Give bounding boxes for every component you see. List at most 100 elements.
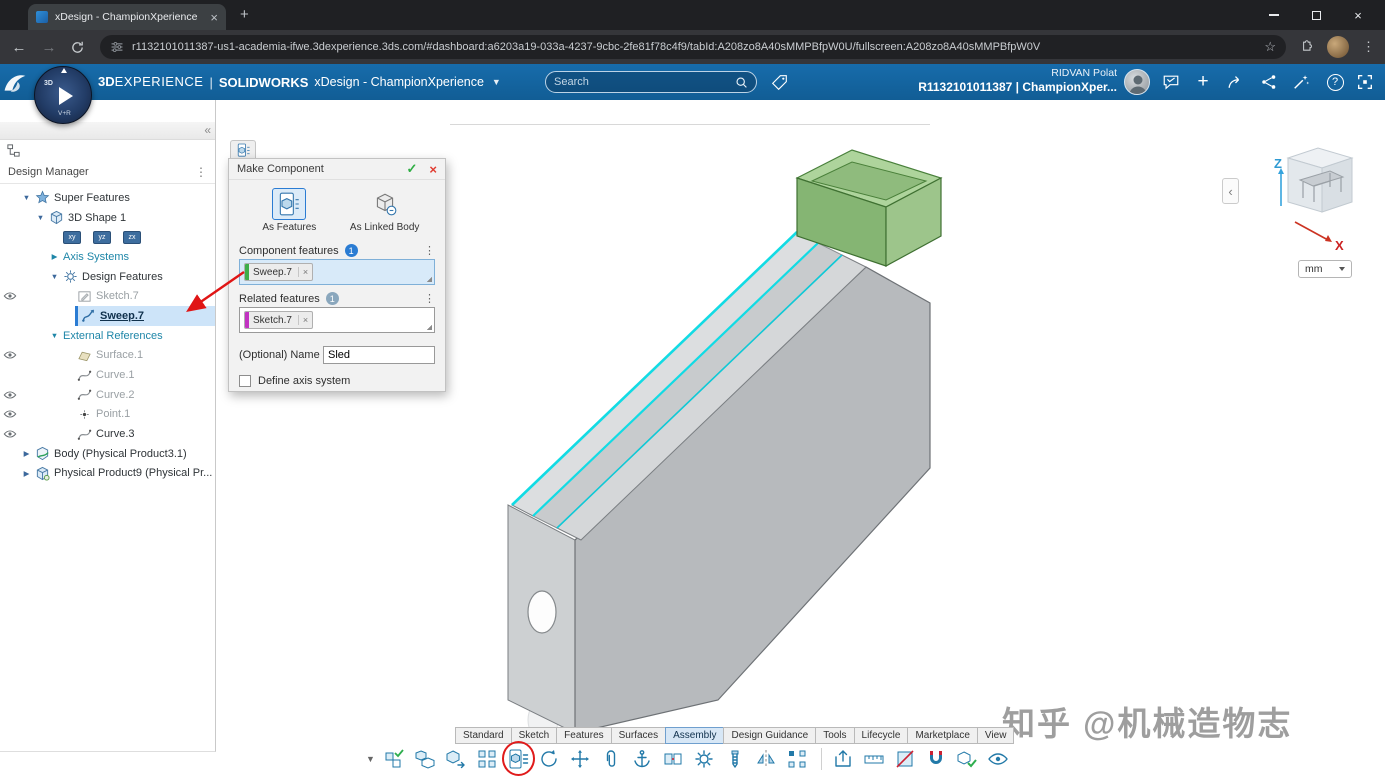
screw-mate-icon[interactable] (722, 745, 749, 772)
mirror-components-icon[interactable] (753, 745, 780, 772)
axis-z-label[interactable]: Z (1274, 156, 1282, 171)
section-view-icon[interactable] (892, 745, 919, 772)
plane-icon-zx[interactable]: zx (123, 231, 141, 244)
tree-item-external-references[interactable]: ▼External References (0, 326, 215, 346)
gear-mate-icon[interactable] (691, 745, 718, 772)
app-title[interactable]: xDesign - ChampionXperience (314, 75, 484, 89)
user-block[interactable]: RIDVAN Polat R1132101011387 | ChampionXp… (897, 67, 1117, 95)
tree-item-surface-1[interactable]: Surface.1 (0, 346, 215, 366)
component-chip[interactable]: Sweep.7 × (244, 263, 313, 281)
ribbon-tab-tools[interactable]: Tools (815, 727, 854, 744)
related-features-field[interactable]: Sketch.7 × (239, 307, 435, 333)
component-pattern-icon[interactable] (381, 745, 408, 772)
tree-item-point-1[interactable]: Point.1 (0, 405, 215, 425)
as-linked-body-button[interactable]: As Linked Body (346, 188, 424, 233)
tree-item-sketch-7[interactable]: Sketch.7 (0, 286, 215, 306)
attach-component-icon[interactable] (598, 745, 625, 772)
tree-item-curve-1[interactable]: Curve.1 (0, 365, 215, 385)
collapse-arrow-icon[interactable]: ▼ (20, 193, 33, 202)
ribbon-tab-marketplace[interactable]: Marketplace (907, 727, 977, 744)
browser-tab[interactable]: xDesign - ChampionXperience × (28, 4, 226, 30)
new-tab-button[interactable]: + (240, 6, 249, 23)
tree-item-super-features[interactable]: ▼Super Features (0, 188, 215, 208)
tree-item-body-physical-product3-1[interactable]: ▶Body (Physical Product3.1) (0, 444, 215, 464)
tools-wand-icon[interactable] (1288, 64, 1314, 100)
related-chip[interactable]: Sketch.7 × (244, 311, 313, 329)
bookmark-star-icon[interactable]: ☆ (1264, 39, 1276, 55)
mate-icon[interactable] (660, 745, 687, 772)
name-input[interactable] (323, 346, 435, 364)
make-component-icon[interactable] (505, 745, 532, 772)
tag-icon[interactable] (766, 64, 792, 100)
forward-button[interactable]: → (40, 39, 58, 56)
visibility-eye-icon[interactable] (3, 388, 17, 402)
tab-close-icon[interactable]: × (210, 11, 218, 24)
visibility-eye-icon[interactable] (3, 407, 17, 421)
panel-collapse-icon[interactable]: « (204, 123, 211, 137)
search-input[interactable] (554, 76, 735, 88)
panel-menu-icon[interactable]: ⋮ (195, 165, 207, 179)
tree-item-reference-planes[interactable]: xyyzzx (0, 227, 215, 247)
expand-arrow-icon[interactable]: ▶ (48, 252, 61, 261)
expand-arrow-icon[interactable]: ▶ (20, 469, 33, 478)
units-dropdown[interactable]: mm (1298, 260, 1352, 278)
share-icon[interactable] (1222, 64, 1248, 100)
3dexperience-compass[interactable]: 3D V+R (34, 66, 92, 124)
url-bar[interactable]: r1132101011387-us1-academia-ifwe.3dexper… (100, 35, 1286, 59)
site-settings-icon[interactable] (110, 40, 124, 54)
define-axis-checkbox[interactable] (239, 375, 251, 387)
collaborate-icon[interactable] (1256, 64, 1282, 100)
messages-icon[interactable] (1158, 64, 1184, 100)
user-avatar[interactable] (1124, 69, 1150, 95)
component-features-menu-icon[interactable]: ⋮ (424, 244, 435, 257)
search-box[interactable] (545, 71, 757, 93)
ribbon-tab-design-guidance[interactable]: Design Guidance (723, 727, 816, 744)
tree-item-axis-systems[interactable]: ▶Axis Systems (0, 247, 215, 267)
window-minimize-button[interactable] (1253, 0, 1295, 30)
collapse-arrow-icon[interactable]: ▼ (48, 272, 61, 281)
viewcube-collapse-icon[interactable]: ‹ (1222, 178, 1239, 204)
expand-arrow-icon[interactable]: ▶ (20, 449, 33, 458)
related-features-menu-icon[interactable]: ⋮ (424, 292, 435, 305)
pattern-components-icon[interactable] (784, 745, 811, 772)
ribbon-tab-assembly[interactable]: Assembly (665, 727, 724, 744)
related-chip-remove-icon[interactable]: × (298, 315, 308, 325)
move-component-icon[interactable] (567, 745, 594, 772)
component-from-body-icon[interactable] (536, 745, 563, 772)
window-maximize-button[interactable] (1295, 0, 1337, 30)
plane-icon-yz[interactable]: yz (93, 231, 111, 244)
ribbon-tab-standard[interactable]: Standard (455, 727, 512, 744)
component-features-field[interactable]: Sweep.7 × (239, 259, 435, 285)
display-state-icon[interactable] (985, 745, 1012, 772)
add-icon[interactable]: + (1190, 64, 1216, 100)
interference-check-icon[interactable] (954, 745, 981, 772)
tree-item-curve-2[interactable]: Curve.2 (0, 385, 215, 405)
visibility-eye-icon[interactable] (3, 427, 17, 441)
tree-structure-icon[interactable] (6, 143, 21, 158)
tree-item-design-features[interactable]: ▼Design Features (0, 267, 215, 287)
app-switcher-caret-icon[interactable]: ▼ (492, 77, 501, 87)
magnetic-mate-icon[interactable] (923, 745, 950, 772)
component-array-icon[interactable] (474, 745, 501, 772)
browser-menu-icon[interactable]: ⋮ (1362, 39, 1375, 55)
plane-icon-xy[interactable]: xy (63, 231, 81, 244)
axis-x-label[interactable]: X (1335, 238, 1344, 252)
search-icon[interactable] (735, 76, 748, 89)
browser-profile-avatar[interactable] (1327, 36, 1349, 58)
extensions-icon[interactable] (1298, 39, 1314, 55)
tree-item-physical-product9-physical-pr[interactable]: ▶Physical Product9 (Physical Pr... (0, 464, 215, 484)
tree-item-sweep-7[interactable]: Sweep.7 (0, 306, 215, 326)
back-button[interactable]: ← (10, 39, 28, 56)
ribbon-tab-surfaces[interactable]: Surfaces (611, 727, 666, 744)
insert-component-icon[interactable] (412, 745, 439, 772)
component-chip-remove-icon[interactable]: × (298, 267, 308, 277)
help-icon[interactable]: ? (1322, 64, 1348, 100)
window-close-button[interactable]: × (1337, 0, 1379, 30)
reload-button[interactable] (70, 40, 88, 55)
anchor-component-icon[interactable] (629, 745, 656, 772)
collapse-arrow-icon[interactable]: ▼ (48, 331, 61, 340)
ribbon-tab-view[interactable]: View (977, 727, 1015, 744)
ribbon-tab-lifecycle[interactable]: Lifecycle (854, 727, 909, 744)
dialog-ok-icon[interactable]: ✓ (407, 161, 418, 177)
ribbon-tab-features[interactable]: Features (556, 727, 611, 744)
